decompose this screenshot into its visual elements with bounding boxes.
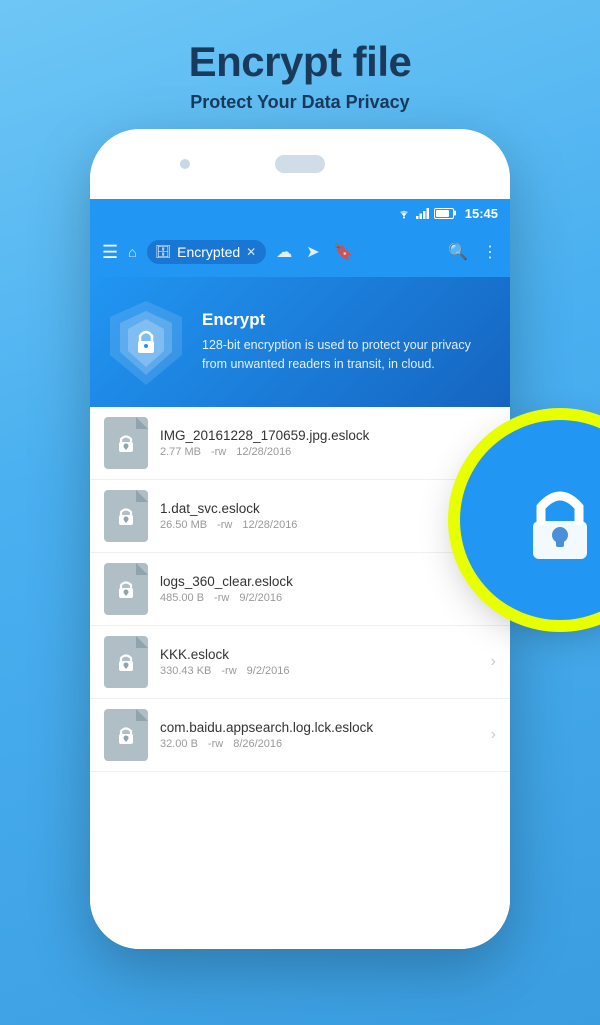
status-time: 15:45 xyxy=(465,206,498,221)
file-name: IMG_20161228_170659.jpg.eslock xyxy=(160,428,479,443)
file-info: logs_360_clear.eslock 485.00 B -rw 9/2/2… xyxy=(160,574,479,604)
file-name: 1.dat_svc.eslock xyxy=(160,501,479,516)
file-lock-icon xyxy=(116,505,136,527)
file-date: 12/28/2016 xyxy=(236,446,291,458)
file-item[interactable]: logs_360_clear.eslock 485.00 B -rw 9/2/2… xyxy=(90,553,510,626)
file-size: 485.00 B xyxy=(160,592,204,604)
search-icon[interactable]: 🔍 xyxy=(448,242,468,262)
file-size: 26.50 MB xyxy=(160,519,207,531)
page-title: Encrypt file xyxy=(189,38,412,86)
phone-speaker xyxy=(275,155,325,173)
encrypt-banner-title: Encrypt xyxy=(202,310,494,330)
file-info: com.baidu.appsearch.log.lck.eslock 32.00… xyxy=(160,720,479,750)
file-permissions: -rw xyxy=(217,519,232,531)
file-permissions: -rw xyxy=(221,665,236,677)
file-meta: 330.43 KB -rw 9/2/2016 xyxy=(160,665,479,677)
file-meta: 485.00 B -rw 9/2/2016 xyxy=(160,592,479,604)
file-info: IMG_20161228_170659.jpg.eslock 2.77 MB -… xyxy=(160,428,479,458)
breadcrumb[interactable]: 🗄 Encrypted ✕ xyxy=(147,240,267,264)
file-info: KKK.eslock 330.43 KB -rw 9/2/2016 xyxy=(160,647,479,677)
encrypt-banner-description: 128-bit encryption is used to protect yo… xyxy=(202,336,494,374)
file-date: 12/28/2016 xyxy=(242,519,297,531)
status-bar: 15:45 xyxy=(90,199,510,227)
file-item[interactable]: 1.dat_svc.eslock 26.50 MB -rw 12/28/2016… xyxy=(90,480,510,553)
toolbar-right-actions: 🔍 ⋮ xyxy=(448,242,498,262)
file-icon xyxy=(104,709,148,761)
file-meta: 26.50 MB -rw 12/28/2016 xyxy=(160,519,479,531)
file-icon xyxy=(104,636,148,688)
file-info: 1.dat_svc.eslock 26.50 MB -rw 12/28/2016 xyxy=(160,501,479,531)
file-permissions: -rw xyxy=(211,446,226,458)
file-size: 330.43 KB xyxy=(160,665,211,677)
encrypt-banner: Encrypt 128-bit encryption is used to pr… xyxy=(90,277,510,407)
cloud-icon[interactable]: ☁ xyxy=(276,242,292,262)
file-meta: 32.00 B -rw 8/26/2016 xyxy=(160,738,479,750)
file-permissions: -rw xyxy=(214,592,229,604)
file-lock-icon xyxy=(116,432,136,454)
file-lock-icon xyxy=(116,724,136,746)
status-icons: 15:45 xyxy=(397,206,498,221)
file-size: 2.77 MB xyxy=(160,446,201,458)
breadcrumb-lock-icon: 🗄 xyxy=(155,244,172,260)
page-header: Encrypt file Protect Your Data Privacy xyxy=(189,0,412,113)
file-name: logs_360_clear.eslock xyxy=(160,574,479,589)
breadcrumb-label: Encrypted xyxy=(177,244,240,260)
file-meta: 2.77 MB -rw 12/28/2016 xyxy=(160,446,479,458)
phone-camera xyxy=(180,159,190,169)
file-item[interactable]: com.baidu.appsearch.log.lck.eslock 32.00… xyxy=(90,699,510,772)
wifi-icon xyxy=(397,208,411,219)
file-icon xyxy=(104,490,148,542)
home-icon[interactable]: ⌂ xyxy=(128,244,136,260)
file-lock-icon xyxy=(116,651,136,673)
more-icon[interactable]: ⋮ xyxy=(482,242,498,262)
file-date: 8/26/2016 xyxy=(233,738,282,750)
file-date: 9/2/2016 xyxy=(247,665,290,677)
file-more-icon[interactable]: › xyxy=(491,653,496,671)
file-item[interactable]: KKK.eslock 330.43 KB -rw 9/2/2016 › xyxy=(90,626,510,699)
encrypt-text: Encrypt 128-bit encryption is used to pr… xyxy=(202,310,494,374)
file-list: IMG_20161228_170659.jpg.eslock 2.77 MB -… xyxy=(90,407,510,949)
file-name: com.baidu.appsearch.log.lck.eslock xyxy=(160,720,479,735)
file-permissions: -rw xyxy=(208,738,223,750)
file-icon xyxy=(104,417,148,469)
file-name: KKK.eslock xyxy=(160,647,479,662)
file-size: 32.00 B xyxy=(160,738,198,750)
file-icon xyxy=(104,563,148,615)
file-more-icon[interactable]: › xyxy=(491,726,496,744)
menu-icon[interactable]: ☰ xyxy=(102,242,118,263)
toolbar: ☰ ⌂ 🗄 Encrypted ✕ ☁ ➤ 🔖 🔍 ⋮ xyxy=(90,227,510,277)
breadcrumb-close-icon[interactable]: ✕ xyxy=(246,245,256,259)
phone-frame: 15:45 ☰ ⌂ 🗄 Encrypted ✕ ☁ ➤ 🔖 🔍 ⋮ xyxy=(90,129,510,949)
shield-graphic xyxy=(106,297,186,387)
toolbar-extra-actions: ☁ ➤ 🔖 xyxy=(276,242,353,262)
file-date: 9/2/2016 xyxy=(239,592,282,604)
phone-top-bezel xyxy=(90,129,510,199)
send-icon[interactable]: ➤ xyxy=(306,242,319,262)
page-subtitle: Protect Your Data Privacy xyxy=(189,92,412,113)
signal-icon xyxy=(416,208,429,219)
file-item[interactable]: IMG_20161228_170659.jpg.eslock 2.77 MB -… xyxy=(90,407,510,480)
file-lock-icon xyxy=(116,578,136,600)
phone-screen: 15:45 ☰ ⌂ 🗄 Encrypted ✕ ☁ ➤ 🔖 🔍 ⋮ xyxy=(90,199,510,949)
battery-icon xyxy=(434,208,454,219)
big-lock-icon xyxy=(515,475,600,565)
bookmark-icon[interactable]: 🔖 xyxy=(334,242,354,262)
